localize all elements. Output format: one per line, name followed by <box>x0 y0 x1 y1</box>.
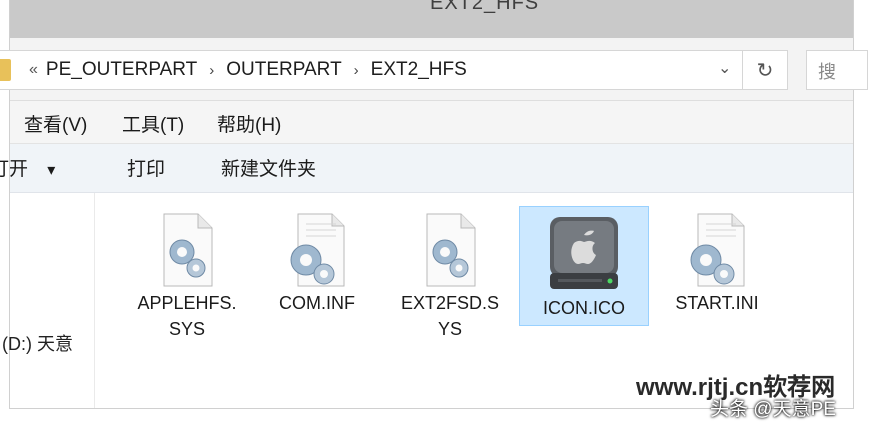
file-name: APPLEHFS. SYS <box>137 293 237 339</box>
refresh-button[interactable]: ↻ <box>742 50 788 90</box>
window-title: EXT2_HFS <box>430 0 540 14</box>
search-placeholder: 搜 <box>818 62 836 82</box>
breadcrumb-ext2-hfs[interactable]: EXT2_HFS <box>371 59 467 81</box>
file-com-inf[interactable]: COM.INF <box>258 210 376 316</box>
nav-drive-d[interactable]: (D:) 天意 <box>2 330 73 356</box>
chevron-right-icon[interactable]: › <box>209 62 214 79</box>
file-applehfs-sys[interactable]: APPLEHFS. SYS <box>128 210 246 342</box>
file-name: EXT2FSD.S YS <box>400 293 500 339</box>
menu-tools[interactable]: 工具(T) <box>122 110 184 137</box>
open-label: 打开 <box>0 159 29 180</box>
print-button[interactable]: 打印 <box>127 154 165 181</box>
overflow-chevron[interactable]: « <box>29 61 38 79</box>
open-dropdown-icon[interactable]: ▾ <box>47 162 55 179</box>
settings-file-gear-icon <box>682 210 752 290</box>
settings-file-gear-icon <box>282 210 352 290</box>
chevron-right-icon[interactable]: › <box>354 62 359 79</box>
new-folder-button[interactable]: 新建文件夹 <box>221 154 316 181</box>
menu-help[interactable]: 帮助(H) <box>217 110 281 137</box>
file-icon-ico[interactable]: ICON.ICO <box>519 206 649 326</box>
file-name: START.INI <box>675 293 759 313</box>
system-file-gear-icon <box>152 210 222 290</box>
open-button[interactable]: 打开 ▾ <box>0 154 55 181</box>
folder-icon <box>0 59 11 81</box>
search-input[interactable] <box>806 50 868 90</box>
apple-drive-icon <box>544 213 624 293</box>
breadcrumb-outerpart[interactable]: OUTERPART <box>226 59 341 81</box>
file-name: ICON.ICO <box>542 298 625 318</box>
navigation-pane <box>10 193 95 408</box>
refresh-icon: ↻ <box>756 59 774 82</box>
address-box[interactable]: « PE_OUTERPART › OUTERPART › EXT2_HFS <box>0 50 787 90</box>
menu-view[interactable]: 查看(V) <box>24 110 87 137</box>
file-name: COM.INF <box>279 293 355 313</box>
file-ext2fsd-sys[interactable]: EXT2FSD.S YS <box>391 210 509 342</box>
address-dropdown-icon[interactable]: ⌄ <box>718 58 731 78</box>
file-start-ini[interactable]: START.INI <box>658 210 776 316</box>
system-file-gear-icon <box>415 210 485 290</box>
breadcrumb-pe-outerpart[interactable]: PE_OUTERPART <box>46 59 197 81</box>
watermark-toutiao: 头条 @天意PE <box>710 399 836 420</box>
